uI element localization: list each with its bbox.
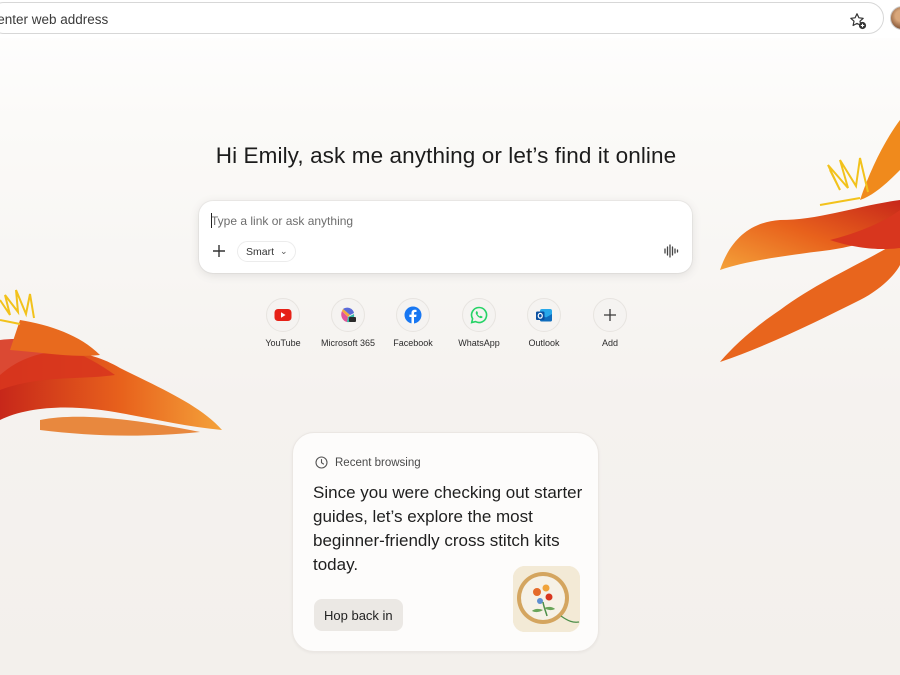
address-bar-text: r enter web address [0, 12, 109, 27]
shortcut-add[interactable]: Add [579, 298, 641, 348]
shortcut-whatsapp[interactable]: WhatsApp [448, 298, 510, 348]
youtube-icon [274, 309, 292, 321]
plus-icon [213, 245, 225, 257]
recent-message: Since you were checking out starter guid… [313, 483, 583, 574]
history-icon [315, 456, 328, 469]
quick-links: YouTube Microsoft 365 Facebook WhatsApp … [252, 298, 642, 354]
shortcut-youtube[interactable]: YouTube [252, 298, 314, 348]
shortcut-microsoft-365[interactable]: Microsoft 365 [317, 298, 379, 348]
recent-thumbnail[interactable] [513, 566, 580, 632]
chevron-down-icon: ⌄ [280, 246, 288, 256]
add-attachment-button[interactable] [208, 240, 230, 262]
mode-label: Smart [246, 245, 275, 258]
cross-stitch-hoop-icon [513, 566, 580, 632]
shortcut-label: Add [601, 338, 618, 348]
greeting-heading: Hi Emily, ask me anything or let’s find … [215, 143, 677, 168]
mode-selector[interactable]: Smart ⌄ [237, 241, 296, 262]
hop-back-in-button[interactable]: Hop back in [314, 599, 403, 631]
whatsapp-icon [470, 306, 488, 324]
profile-avatar[interactable] [890, 6, 900, 30]
shortcut-label: WhatsApp [458, 338, 500, 348]
recent-header: Recent browsing [315, 456, 421, 469]
shortcut-label: Microsoft 365 [320, 338, 376, 348]
flower-left-decoration [0, 289, 222, 436]
plus-icon [604, 309, 616, 321]
ask-input[interactable] [211, 211, 671, 231]
ask-box: Smart ⌄ [199, 201, 692, 273]
text-caret [211, 213, 212, 228]
voice-input-icon[interactable] [663, 243, 679, 259]
shortcut-label: Facebook [393, 338, 433, 348]
microsoft-365-icon [341, 307, 356, 323]
add-favorite-icon[interactable] [849, 12, 867, 30]
address-bar[interactable]: r enter web address [0, 2, 884, 34]
recent-heading: Recent browsing [335, 456, 421, 469]
shortcut-label: Outlook [528, 338, 560, 348]
shortcut-facebook[interactable]: Facebook [382, 298, 444, 348]
browser-toolbar: r enter web address [0, 0, 900, 38]
shortcut-label: YouTube [265, 338, 301, 348]
facebook-icon [404, 306, 422, 324]
recent-browsing-card: Recent browsing Since you were checking … [292, 432, 599, 652]
outlook-icon [536, 309, 552, 322]
shortcut-outlook[interactable]: Outlook [513, 298, 575, 348]
